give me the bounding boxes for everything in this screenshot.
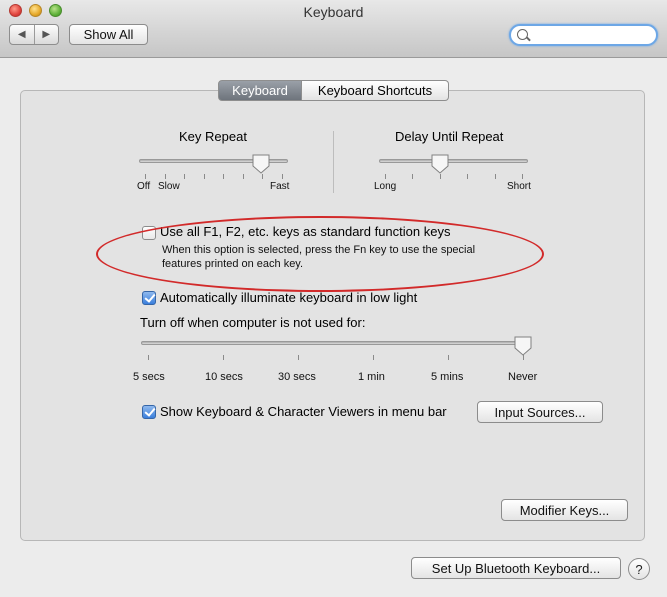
modifier-keys-button[interactable]: Modifier Keys... — [501, 499, 628, 521]
key-repeat-label: Key Repeat — [179, 129, 247, 144]
show-viewers-checkbox[interactable] — [142, 405, 156, 419]
stop-10-secs: 10 secs — [205, 371, 243, 383]
delay-long-label: Long — [374, 181, 397, 192]
delay-until-repeat-slider-knob[interactable] — [431, 154, 449, 174]
delay-until-repeat-label: Delay Until Repeat — [395, 129, 504, 144]
back-forward-control: ◀ ▶ — [9, 24, 59, 45]
slider-tick — [282, 174, 283, 179]
turn-off-track — [141, 341, 530, 345]
delay-until-repeat-ticks — [385, 174, 523, 179]
slider-tick — [165, 174, 166, 179]
show-all-button[interactable]: Show All — [69, 24, 148, 45]
tab-keyboard[interactable]: Keyboard — [218, 80, 302, 101]
stop-1-min: 1 min — [358, 371, 385, 383]
help-button[interactable]: ? — [628, 558, 650, 580]
title-toolbar: Keyboard ◀ ▶ Show All — [0, 0, 667, 58]
show-viewers-label[interactable]: Show Keyboard & Character Viewers in men… — [160, 404, 447, 419]
slider-tick — [223, 174, 224, 179]
illuminate-label[interactable]: Automatically illuminate keyboard in low… — [160, 290, 417, 305]
keyboard-preferences-window: Keyboard ◀ ▶ Show All Keyboard Keyboard … — [0, 0, 667, 597]
search-icon — [517, 29, 528, 40]
slider-tick — [223, 355, 224, 360]
turn-off-ticks — [148, 355, 524, 360]
slider-divider — [333, 131, 334, 193]
tab-bar: Keyboard Keyboard Shortcuts — [218, 80, 449, 101]
slider-tick — [467, 174, 468, 179]
stop-30-secs: 30 secs — [278, 371, 316, 383]
delay-until-repeat-track — [379, 159, 528, 163]
slider-tick — [373, 355, 374, 360]
slider-tick — [440, 174, 441, 179]
back-arrow-icon[interactable]: ◀ — [10, 25, 35, 44]
slider-tick — [204, 174, 205, 179]
slider-tick — [385, 174, 386, 179]
illuminate-checkbox[interactable] — [142, 291, 156, 305]
slider-tick — [262, 174, 263, 179]
key-repeat-fast-label: Fast — [270, 181, 290, 192]
slider-tick — [184, 174, 185, 179]
stop-never: Never — [508, 371, 538, 383]
key-repeat-off-label: Off — [137, 181, 151, 192]
red-highlight-ellipse — [96, 216, 544, 292]
tab-keyboard-shortcuts[interactable]: Keyboard Shortcuts — [302, 80, 449, 101]
forward-arrow-icon[interactable]: ▶ — [35, 25, 59, 44]
turn-off-slider-knob[interactable] — [514, 336, 532, 356]
slider-tick — [148, 355, 149, 360]
slider-tick — [145, 174, 146, 179]
slider-tick — [495, 174, 496, 179]
bluetooth-keyboard-button[interactable]: Set Up Bluetooth Keyboard... — [411, 557, 621, 579]
slider-tick — [448, 355, 449, 360]
stop-5-mins: 5 mins — [431, 371, 464, 383]
slider-tick — [298, 355, 299, 360]
key-repeat-slow-label: Slow — [158, 181, 180, 192]
slider-tick — [243, 174, 244, 179]
search-field[interactable] — [509, 24, 658, 46]
key-repeat-slider-knob[interactable] — [252, 154, 270, 174]
delay-short-label: Short — [507, 181, 531, 192]
stop-5-secs: 5 secs — [133, 371, 165, 383]
input-sources-button[interactable]: Input Sources... — [477, 401, 603, 423]
slider-tick — [412, 174, 413, 179]
slider-tick — [522, 174, 523, 179]
turn-off-label: Turn off when computer is not used for: — [140, 315, 366, 330]
key-repeat-ticks — [145, 174, 283, 179]
window-title: Keyboard — [303, 4, 364, 20]
